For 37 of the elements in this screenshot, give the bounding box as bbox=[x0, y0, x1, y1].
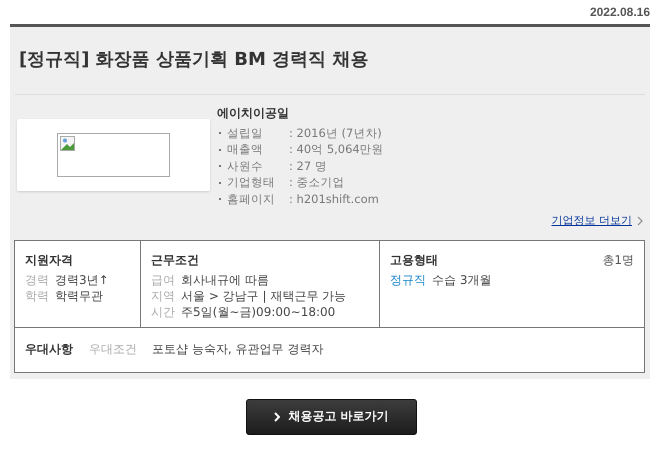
broken-image-icon bbox=[60, 136, 76, 152]
field-value: 포토샵 능숙자, 유관업무 경력자 bbox=[152, 341, 324, 358]
field-value: 경력3년↑ bbox=[55, 272, 109, 288]
field-value: 서울 > 강남구 | 재택근무 가능 bbox=[181, 288, 346, 304]
field-label: 경력 bbox=[25, 272, 50, 288]
company-info-link[interactable]: 기업정보 더보기 bbox=[552, 213, 632, 228]
info-value: : h201shift.com bbox=[289, 192, 379, 206]
headcount: 총1명 bbox=[602, 252, 634, 268]
field-value: 학력무관 bbox=[55, 288, 103, 304]
info-label: 기업형태 bbox=[227, 175, 276, 190]
info-label: 설립일 bbox=[227, 126, 264, 141]
apply-button[interactable]: 채용공고 바로가기 bbox=[246, 398, 417, 434]
info-value: : 27 명 bbox=[289, 158, 327, 174]
info-value: : 40억 5,064만원 bbox=[289, 142, 384, 158]
field-label: 우대조건 bbox=[89, 341, 137, 358]
info-label: 사원수 bbox=[227, 158, 264, 174]
employment-type: 정규직 bbox=[390, 272, 426, 288]
posting-date: 2022.08.16 bbox=[590, 5, 650, 21]
field-value: 주5일(월~금)09:00~18:00 bbox=[181, 304, 336, 320]
chevron-right-icon bbox=[274, 412, 280, 422]
info-value: : 중소기업 bbox=[289, 175, 345, 190]
section-heading: 지원자격 bbox=[25, 252, 74, 268]
field-value: 회사내규에 따름 bbox=[181, 272, 269, 288]
field-label: 급여 bbox=[151, 272, 176, 288]
field-label: 지역 bbox=[151, 288, 176, 304]
info-label: 매출액 bbox=[227, 142, 264, 158]
probation-text: 수습 3개월 bbox=[432, 272, 492, 288]
field-label: 학력 bbox=[25, 288, 50, 304]
section-heading: 근무조건 bbox=[151, 252, 200, 268]
field-label: 시간 bbox=[151, 304, 176, 320]
info-value: : 2016년 (7년차) bbox=[289, 126, 382, 141]
section-heading: 우대사항 bbox=[25, 341, 73, 358]
company-name: 에이치이공일 bbox=[217, 105, 290, 122]
info-label: 홈페이지 bbox=[227, 192, 276, 207]
job-title: [정규직] 화장품 상품기획 BM 경력직 채용 bbox=[15, 27, 645, 95]
section-heading: 고용형태 bbox=[390, 252, 438, 268]
chevron-right-icon bbox=[637, 216, 643, 226]
